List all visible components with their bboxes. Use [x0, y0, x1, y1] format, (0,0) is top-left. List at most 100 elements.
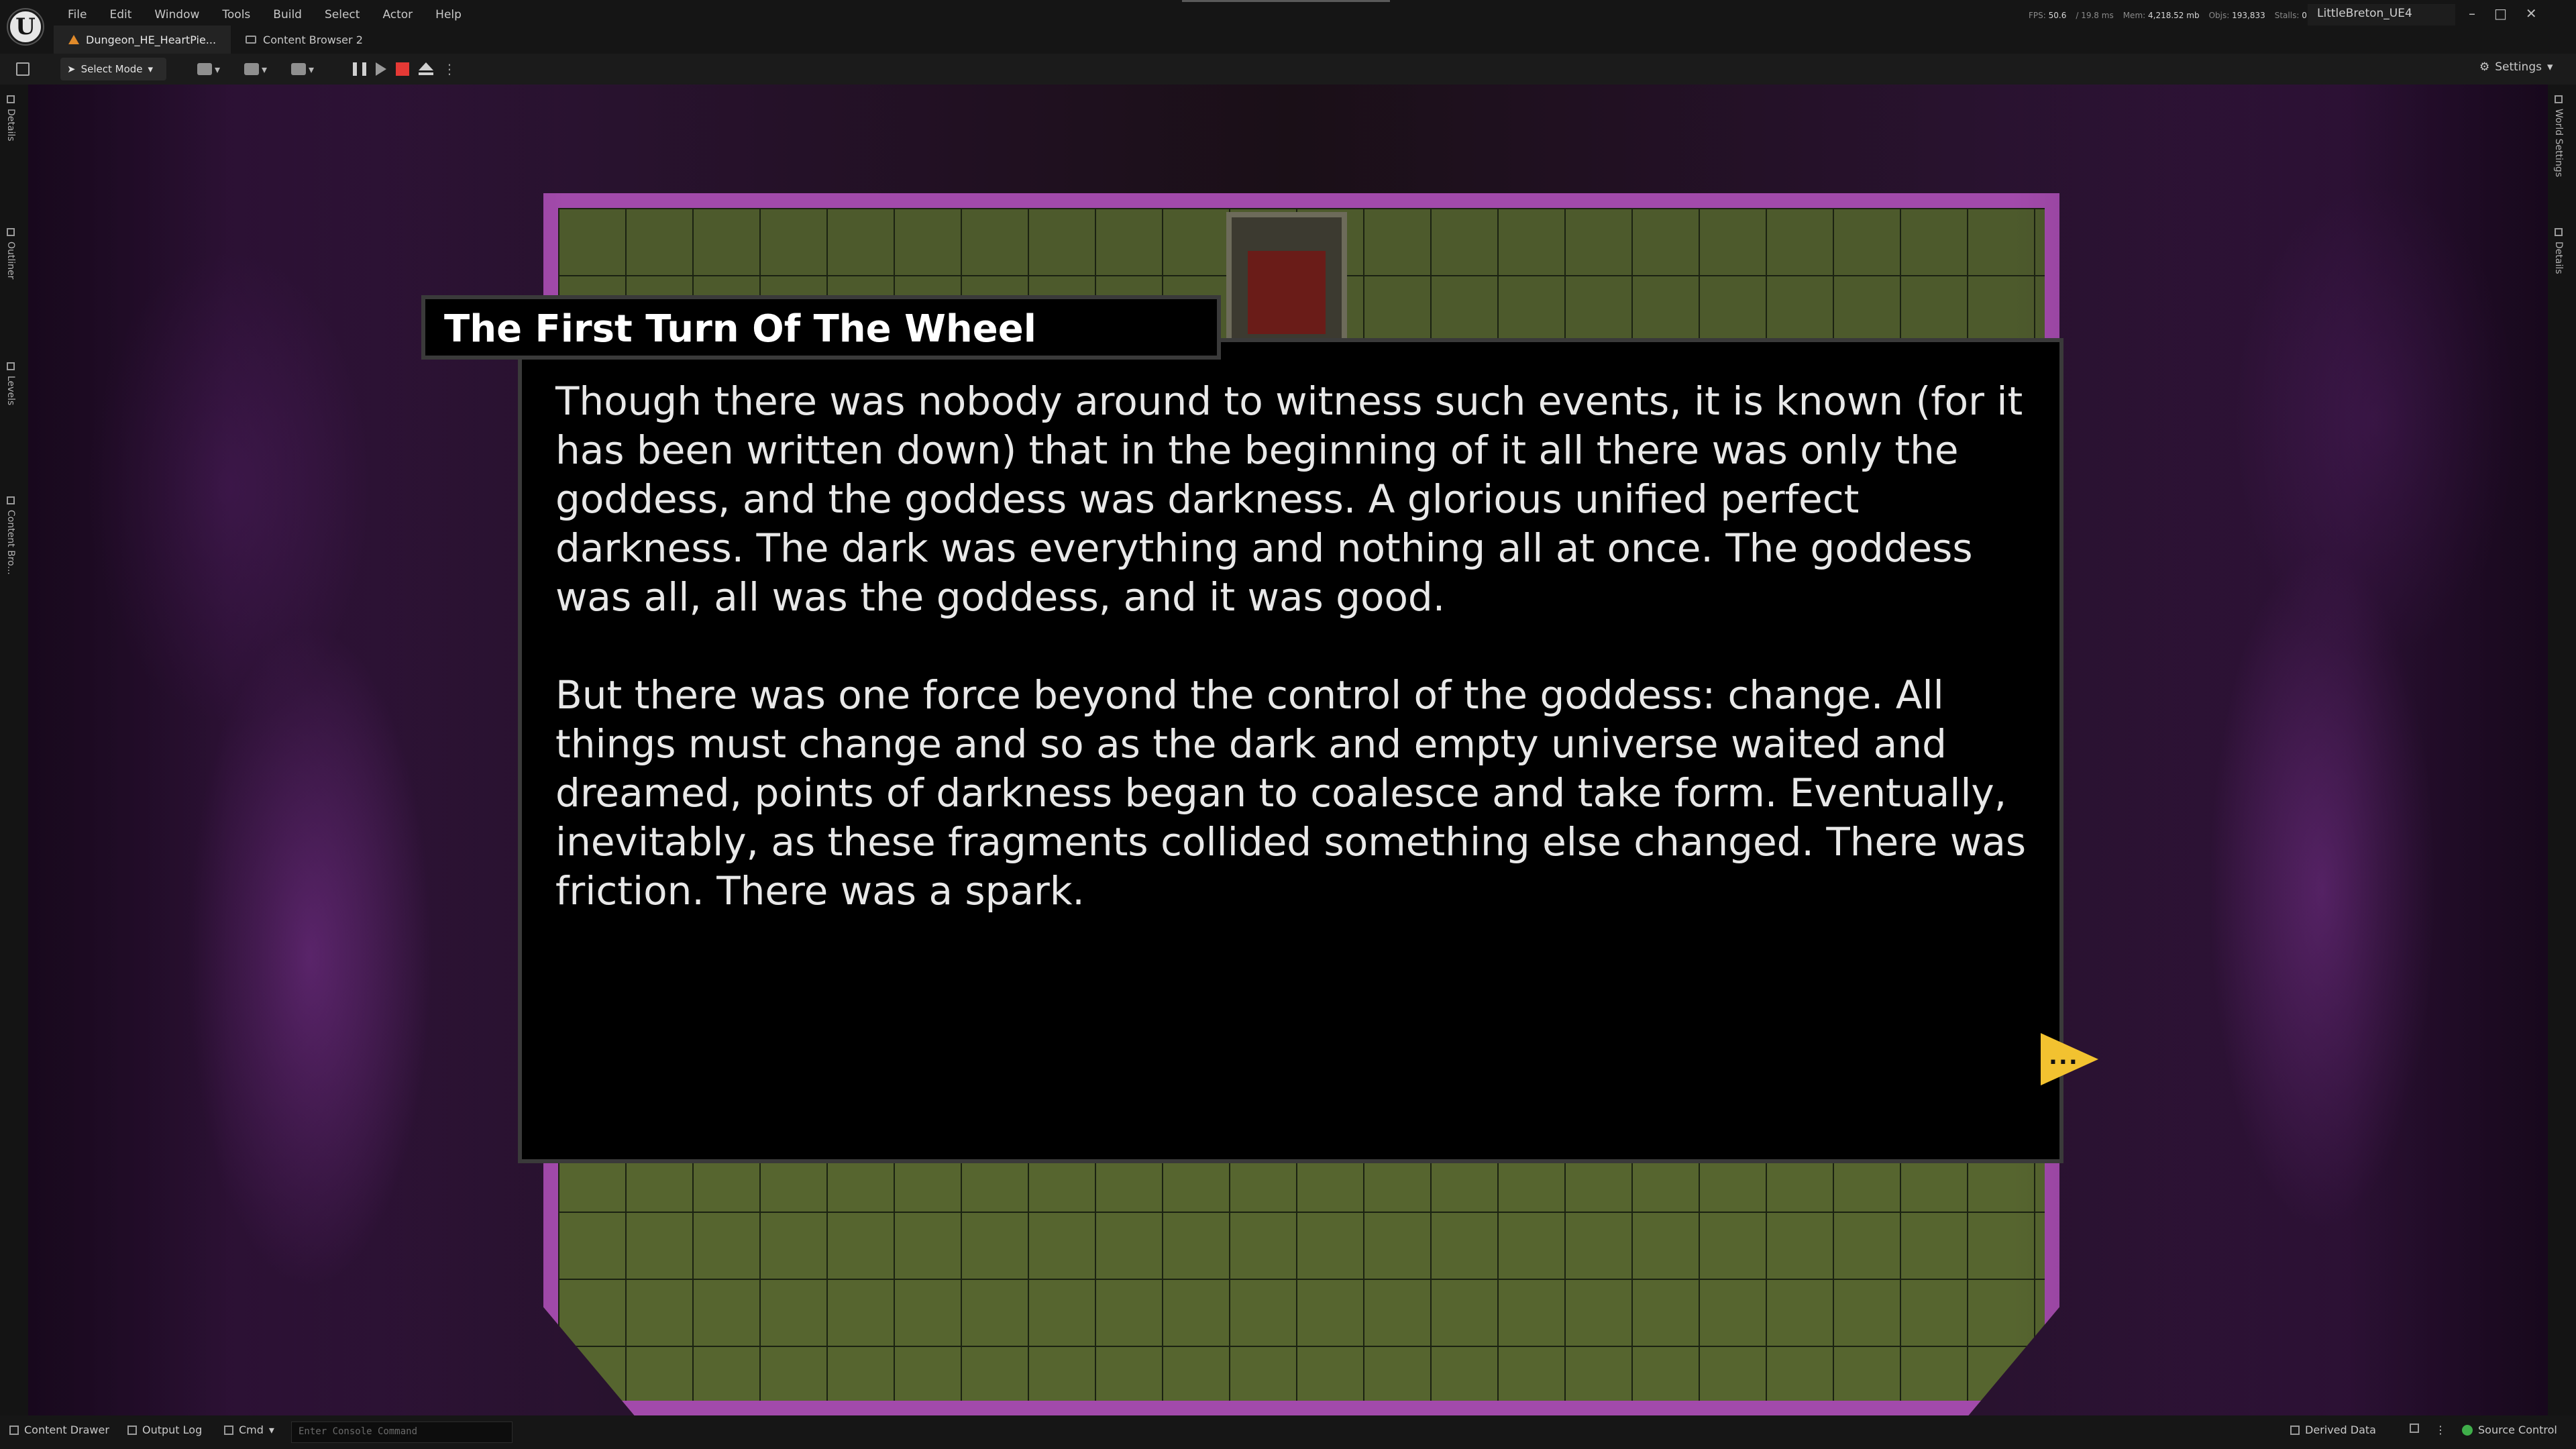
side-tab-outliner[interactable]: Outliner [5, 228, 16, 279]
more-options-icon: ⋮ [2435, 1424, 2446, 1436]
menu-help[interactable]: Help [424, 4, 473, 25]
source-control-status-icon [2462, 1424, 2473, 1436]
side-tab-world-settings-label: World Settings [2553, 109, 2564, 177]
select-mode-label: Select Mode [80, 63, 143, 75]
tab-content-browser-label: Content Browser 2 [263, 33, 363, 46]
right-panel-strip: World Settings Details [2548, 85, 2576, 1415]
side-tab-details-label: Details [5, 109, 16, 142]
chevron-down-icon: ▾ [148, 63, 154, 75]
side-tab-world-settings[interactable]: World Settings [2553, 95, 2564, 177]
cave-wall-right [2011, 85, 2548, 1415]
play-controls: ⋮ [353, 59, 456, 79]
chevron-down-icon: ▾ [2546, 60, 2553, 74]
blueprints-button[interactable]: ▾ [244, 60, 267, 78]
cmd-dropdown[interactable]: Cmd ▾ [224, 1424, 274, 1436]
menu-actor[interactable]: Actor [371, 4, 424, 25]
cave-wall-left [28, 85, 565, 1415]
level-viewport[interactable]: Though there was nobody around to witnes… [28, 85, 2548, 1415]
side-tab-outliner-label: Outliner [5, 241, 16, 280]
door-panel [1248, 251, 1326, 334]
menu-tools[interactable]: Tools [211, 4, 262, 25]
source-control-label: Source Control [2478, 1424, 2557, 1436]
tab-level[interactable]: Dungeon_HE_HeartPie... [54, 25, 231, 54]
settings-button[interactable]: ⚙ Settings ▾ [2479, 60, 2553, 74]
menu-file[interactable]: File [56, 4, 98, 25]
maximize-icon[interactable]: □ [2494, 5, 2507, 21]
chevron-down-icon: ▾ [215, 62, 221, 76]
fps-stat: FPS: 50.6 [2029, 11, 2067, 20]
menu-edit[interactable]: Edit [98, 4, 143, 25]
objs-stat: Objs: 193,833 [2208, 11, 2265, 20]
add-content-button[interactable]: ▾ [197, 60, 220, 78]
log-icon [127, 1425, 137, 1435]
ellipsis-icon: ... [2049, 1043, 2079, 1070]
side-tab-details-right-label: Details [2553, 241, 2564, 274]
cinematics-button[interactable]: ▾ [291, 60, 314, 78]
main-toolbar: ➤ Select Mode ▾ ▾ ▾ ▾ ⋮ ⚙ Settings ▾ [0, 54, 2576, 85]
select-mode-dropdown[interactable]: ➤ Select Mode ▾ [60, 58, 166, 80]
add-actor-icon [197, 63, 212, 75]
save-icon[interactable] [16, 62, 30, 76]
performance-stats: FPS: 50.6 / 19.8 ms Mem: 4,218.52 mb Obj… [2029, 11, 2307, 20]
globe-icon [2555, 95, 2563, 103]
chevron-down-icon: ▾ [262, 62, 268, 76]
stalls-stat: Stalls: 0 [2274, 11, 2307, 20]
output-log-button[interactable]: Output Log [127, 1424, 202, 1436]
menu-build[interactable]: Build [262, 4, 313, 25]
layers-icon [7, 362, 15, 370]
console-command-input[interactable]: Enter Console Command [291, 1421, 513, 1443]
unreal-logo-icon[interactable] [8, 9, 43, 44]
content-drawer-button[interactable]: Content Drawer [9, 1424, 109, 1436]
pencil-icon [2555, 228, 2563, 236]
clapperboard-icon [291, 63, 306, 75]
close-icon[interactable]: ✕ [2526, 5, 2537, 21]
stats-icon-button[interactable] [2410, 1424, 2419, 1433]
menu-window[interactable]: Window [143, 4, 211, 25]
stop-icon[interactable] [396, 62, 409, 76]
folder-icon [7, 496, 15, 504]
status-bar: Content Drawer Output Log Cmd ▾ Enter Co… [0, 1415, 2576, 1449]
frame-skip-icon[interactable] [376, 62, 386, 76]
cursor-icon: ➤ [67, 63, 76, 75]
eject-icon[interactable] [419, 62, 433, 76]
folder-icon [246, 36, 257, 44]
pause-icon[interactable] [353, 62, 366, 76]
source-control-button[interactable]: Source Control [2462, 1424, 2557, 1436]
side-tab-details-right[interactable]: Details [2553, 228, 2564, 274]
level-icon [68, 35, 79, 44]
gear-icon: ⚙ [2479, 60, 2490, 74]
menu-bar: File Edit Window Tools Build Select Acto… [56, 4, 473, 25]
status-more-button[interactable]: ⋮ [2435, 1424, 2446, 1436]
dialog-title: The First Turn Of The Wheel [444, 307, 1036, 351]
side-tab-content-browser[interactable]: Content Bro... [5, 496, 16, 575]
tab-content-browser[interactable]: Content Browser 2 [231, 25, 378, 54]
derived-data-button[interactable]: Derived Data [2290, 1424, 2376, 1436]
bar-chart-icon [2410, 1424, 2419, 1433]
dungeon-floor-bottom [543, 1144, 2059, 1415]
menu-select[interactable]: Select [313, 4, 371, 25]
side-tab-content-browser-label: Content Bro... [5, 510, 16, 575]
chevron-down-icon: ▾ [309, 62, 315, 76]
tab-level-label: Dungeon_HE_HeartPie... [86, 33, 217, 46]
drawer-icon [9, 1425, 19, 1435]
side-tab-levels[interactable]: Levels [5, 362, 16, 405]
minimize-icon[interactable]: – [2469, 5, 2475, 21]
mem-stat: Mem: 4,218.52 mb [2123, 11, 2200, 20]
window-controls: – □ ✕ [2469, 5, 2537, 21]
top-accent-bar [1182, 0, 1390, 2]
content-drawer-label: Content Drawer [24, 1424, 109, 1436]
document-tabs: Dungeon_HE_HeartPie... Content Browser 2 [54, 25, 378, 54]
story-dialog-box: Though there was nobody around to witnes… [518, 338, 2063, 1163]
dungeon-door [1226, 212, 1347, 346]
project-name[interactable]: LittleBreton_UE4 [2308, 4, 2455, 25]
database-icon [2290, 1425, 2300, 1435]
side-tab-details[interactable]: Details [5, 95, 16, 142]
terminal-icon [224, 1425, 233, 1435]
derived-data-label: Derived Data [2305, 1424, 2376, 1436]
title-bar: File Edit Window Tools Build Select Acto… [0, 0, 2576, 54]
pencil-icon [7, 95, 15, 103]
blueprint-icon [244, 63, 259, 75]
story-paragraph: Though there was nobody around to witnes… [555, 378, 2023, 620]
story-paragraph: But there was one force beyond the contr… [555, 672, 2027, 914]
more-options-icon[interactable]: ⋮ [443, 61, 456, 77]
